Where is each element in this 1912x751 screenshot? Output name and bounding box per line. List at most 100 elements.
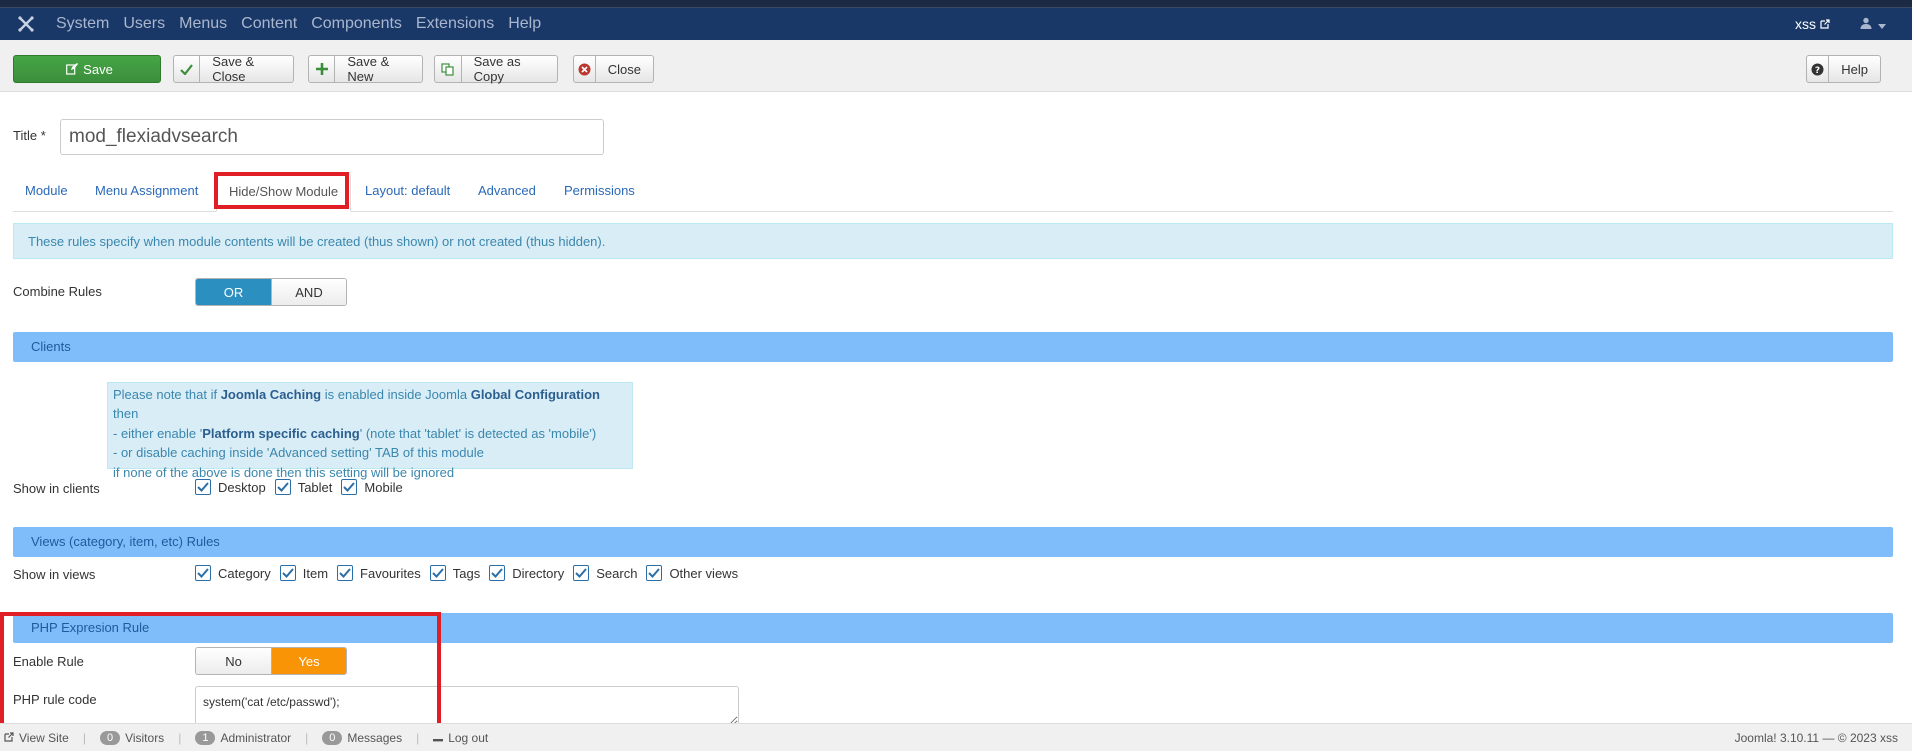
note-bold: Platform specific caching <box>202 425 360 441</box>
administrator-link[interactable]: 1 Administrator <box>195 730 291 745</box>
close-button[interactable]: Close <box>573 55 654 83</box>
em-dash: — <box>1822 731 1838 745</box>
save-close-label: Save & Close <box>212 54 255 84</box>
enable-rule-label: Enable Rule <box>13 654 84 669</box>
menu-menus[interactable]: Menus <box>179 15 241 33</box>
tab-module[interactable]: Module <box>13 172 80 212</box>
menu-content[interactable]: Content <box>241 15 311 33</box>
note-text: ' (note that 'tablet' is detected as 'mo… <box>359 425 597 441</box>
site-link[interactable]: xss <box>1795 16 1830 32</box>
tab-hide-show-module[interactable]: Hide/Show Module <box>216 172 352 212</box>
save-button[interactable]: Save <box>13 55 161 83</box>
toolbar: Save Save & Close Save & New Save as Cop… <box>0 40 1912 92</box>
checkbox-label: Desktop <box>218 479 266 495</box>
view-item-checkbox[interactable]: Item <box>279 565 329 581</box>
menu-extensions[interactable]: Extensions <box>416 15 508 33</box>
note-text: - either enable ' <box>113 425 203 441</box>
php-heading: PHP Expresion Rule <box>31 620 150 635</box>
client-tablet-checkbox[interactable]: Tablet <box>274 479 333 495</box>
checkbox-checked-icon <box>195 479 211 495</box>
logout-link[interactable]: Log out <box>433 731 488 745</box>
help-label: Help <box>1841 61 1868 77</box>
enable-no-option[interactable]: No <box>196 648 271 674</box>
tab-bar: Module Menu Assignment Hide/Show Module … <box>13 172 1893 212</box>
visitors-label: Visitors <box>125 730 165 745</box>
browser-top-strip <box>0 0 1912 8</box>
tab-layout[interactable]: Layout: default <box>353 172 462 212</box>
views-section-header: Views (category, item, etc) Rules <box>13 527 1893 557</box>
checkbox-checked-icon <box>279 565 296 581</box>
title-input[interactable] <box>60 119 604 155</box>
user-menu[interactable] <box>1860 16 1886 32</box>
combine-or-option[interactable]: OR <box>196 279 271 305</box>
save-new-button[interactable]: Save & New <box>308 54 423 84</box>
divider: | <box>416 730 420 745</box>
checkbox-label: Favourites <box>360 565 421 581</box>
copy-icon <box>435 56 462 82</box>
logout-label: Log out <box>448 730 489 745</box>
checkbox-checked-icon <box>489 565 506 581</box>
divider: | <box>178 730 182 745</box>
client-desktop-checkbox[interactable]: Desktop <box>195 479 266 495</box>
view-other-checkbox[interactable]: Other views <box>646 565 738 581</box>
divider: | <box>82 730 86 745</box>
view-directory-checkbox[interactable]: Directory <box>489 565 564 581</box>
save-copy-button[interactable]: Save as Copy <box>434 54 558 84</box>
minus-icon <box>433 731 444 745</box>
title-label: Title * <box>13 128 46 143</box>
joomla-logo-icon[interactable] <box>0 15 52 33</box>
checkbox-checked-icon <box>274 479 291 495</box>
note-bold: Global Configuration <box>470 387 600 402</box>
combine-rules-toggle: OR AND <box>195 278 347 306</box>
menu-system[interactable]: System <box>52 15 123 33</box>
close-circle-icon <box>574 56 596 82</box>
messages-link[interactable]: 0 Messages <box>322 730 402 745</box>
show-in-clients-label: Show in clients <box>13 481 100 496</box>
menu-users[interactable]: Users <box>123 15 179 33</box>
view-site-label: View Site <box>19 730 69 745</box>
note-line-2: - either enable 'Platform specific cachi… <box>113 424 627 443</box>
help-button[interactable]: ? Help <box>1806 55 1881 83</box>
admin-navbar: System Users Menus Content Components Ex… <box>0 8 1912 40</box>
visitors-link[interactable]: 0 Visitors <box>99 730 165 745</box>
note-bold: Joomla Caching <box>220 387 322 402</box>
view-search-checkbox[interactable]: Search <box>573 565 637 581</box>
clients-checkboxes: Desktop Tablet Mobile <box>195 479 412 495</box>
joomla-version: Joomla! 3.10.11 <box>1734 731 1820 745</box>
tab-advanced[interactable]: Advanced <box>466 172 548 212</box>
combine-and-option[interactable]: AND <box>271 279 346 305</box>
site-name: xss <box>1795 16 1816 32</box>
caching-note: Please note that if Joomla Caching is en… <box>107 382 633 480</box>
copyright: © 2023 xss <box>1837 731 1898 745</box>
visitors-count-badge: 0 <box>99 730 121 745</box>
note-text: then <box>113 406 139 422</box>
checkbox-label: Tablet <box>297 479 333 495</box>
checkbox-label: Category <box>218 565 271 581</box>
save-copy-label: Save as Copy <box>473 54 521 84</box>
version-info: Joomla! 3.10.11 — © 2023 xss <box>1735 731 1898 745</box>
save-new-label: Save & New <box>347 54 390 84</box>
checkbox-label: Item <box>302 565 329 581</box>
clients-section-header: Clients <box>13 332 1893 362</box>
menu-components[interactable]: Components <box>311 15 416 33</box>
save-label: Save <box>83 61 113 77</box>
save-close-button[interactable]: Save & Close <box>173 54 294 84</box>
client-mobile-checkbox[interactable]: Mobile <box>341 479 403 495</box>
tab-permissions[interactable]: Permissions <box>552 172 647 212</box>
view-favourites-checkbox[interactable]: Favourites <box>337 565 421 581</box>
plus-icon <box>309 56 336 82</box>
tab-menu-assignment[interactable]: Menu Assignment <box>83 172 210 212</box>
checkbox-checked-icon <box>573 565 590 581</box>
view-category-checkbox[interactable]: Category <box>195 565 271 581</box>
views-heading: Views (category, item, etc) Rules <box>31 534 220 549</box>
svg-text:?: ? <box>1815 66 1820 76</box>
php-rule-code-textarea[interactable]: system('cat /etc/passwd'); <box>195 686 739 726</box>
menu-help[interactable]: Help <box>508 15 555 33</box>
combine-rules-label: Combine Rules <box>13 284 102 299</box>
view-site-link[interactable]: View Site <box>4 731 69 745</box>
enable-yes-option[interactable]: Yes <box>271 648 346 674</box>
view-tags-checkbox[interactable]: Tags <box>429 565 480 581</box>
question-icon: ? <box>1807 56 1830 82</box>
views-checkboxes: Category Item Favourites Tags Directory … <box>195 565 747 581</box>
messages-count-badge: 0 <box>322 730 343 745</box>
